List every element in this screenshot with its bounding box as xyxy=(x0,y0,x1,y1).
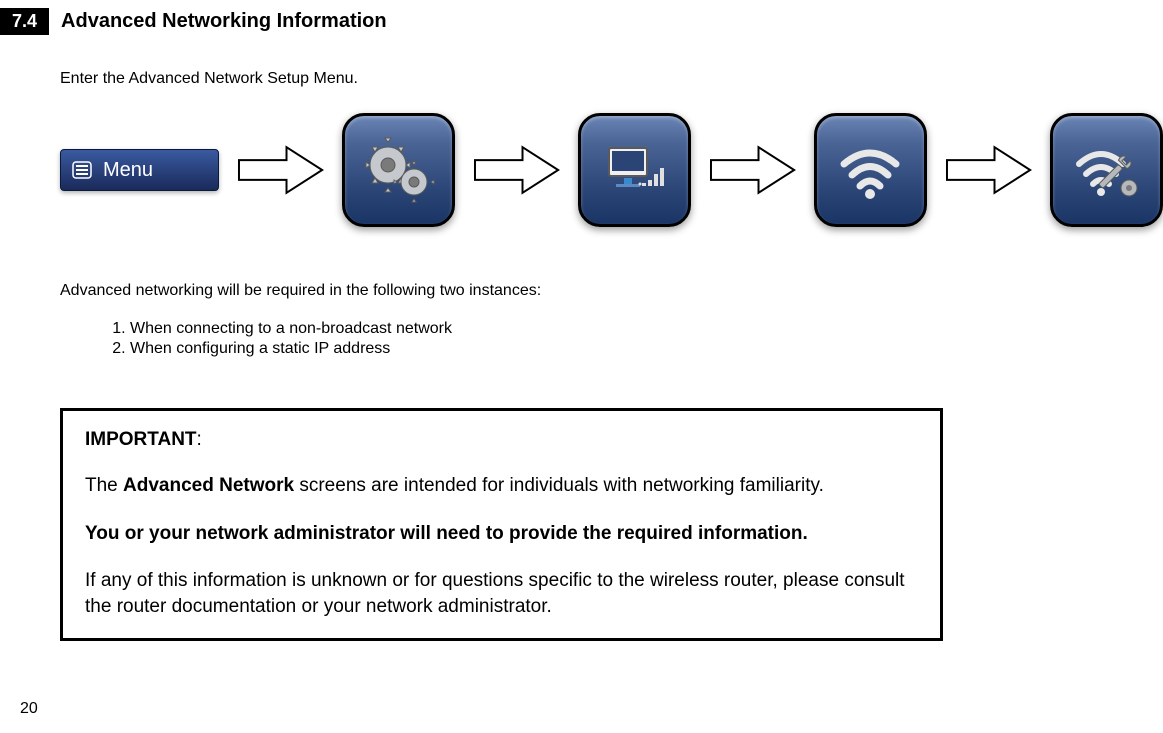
arrow-icon xyxy=(709,145,796,195)
section-header: 7.4 Advanced Networking Information xyxy=(0,8,1163,35)
wifi-icon-box xyxy=(814,113,927,227)
menu-icon xyxy=(71,159,93,181)
menu-button: Menu xyxy=(60,149,219,191)
page-number: 20 xyxy=(20,700,38,718)
content-area: Enter the Advanced Network Setup Menu. M… xyxy=(0,70,1163,641)
important-title: IMPORTANT: xyxy=(85,429,918,451)
instances-list: When connecting to a non-broadcast netwo… xyxy=(60,320,1163,358)
wifi-wrench-icon xyxy=(1067,130,1147,210)
section-title: Advanced Networking Information xyxy=(61,10,387,33)
important-title-text: IMPORTANT xyxy=(85,429,197,450)
wifi-settings-icon-box xyxy=(1050,113,1163,227)
instruction-text: Enter the Advanced Network Setup Menu. xyxy=(60,70,1163,88)
gears-icon xyxy=(358,130,438,210)
list-item: When configuring a static IP address xyxy=(130,340,1163,358)
important-box: IMPORTANT: The Advanced Network screens … xyxy=(60,408,943,641)
settings-icon-box xyxy=(342,113,455,227)
important-line2: You or your network administrator will n… xyxy=(85,521,918,547)
arrow-icon xyxy=(945,145,1032,195)
network-info-icon-box xyxy=(578,113,691,227)
wifi-icon xyxy=(830,130,910,210)
important-line1-prefix: The xyxy=(85,475,123,496)
instances-intro: Advanced networking will be required in … xyxy=(60,282,1163,300)
important-line3: If any of this information is unknown or… xyxy=(85,568,918,619)
important-line1-suffix: screens are intended for individuals wit… xyxy=(294,475,824,496)
monitor-signal-icon xyxy=(594,130,674,210)
navigation-flow: Menu xyxy=(60,113,1163,227)
arrow-icon xyxy=(237,145,324,195)
menu-label: Menu xyxy=(103,159,153,182)
important-line1: The Advanced Network screens are intende… xyxy=(85,473,918,499)
section-number: 7.4 xyxy=(0,8,49,35)
important-title-colon: : xyxy=(197,429,202,450)
important-line1-bold: Advanced Network xyxy=(123,475,294,496)
arrow-icon xyxy=(473,145,560,195)
list-item: When connecting to a non-broadcast netwo… xyxy=(130,320,1163,338)
